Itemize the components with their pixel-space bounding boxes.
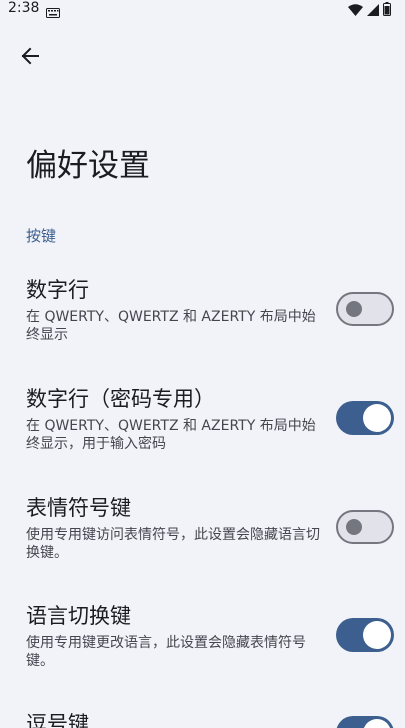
pref-summary: 使用专用键访问表情符号，此设置会隐藏语言切换键。: [26, 527, 320, 561]
pref-title: 数字行: [26, 278, 89, 302]
emoji-key-toggle[interactable]: [336, 510, 394, 544]
toggle-knob: [363, 621, 391, 649]
language-switch-key-toggle[interactable]: [336, 618, 394, 652]
toggle-knob: [346, 519, 362, 535]
status-bar: 2:38: [0, 0, 405, 18]
comma-key-toggle[interactable]: [336, 716, 394, 728]
wifi-icon: [348, 1, 363, 20]
status-time: 2:38: [8, 0, 40, 16]
pref-title: 语言切换键: [26, 604, 131, 628]
toggle-knob: [363, 719, 391, 728]
pref-comma-key[interactable]: 逗号键: [0, 710, 405, 728]
keyboard-icon: [46, 3, 60, 22]
pref-summary: 在 QWERTY、QWERTZ 和 AZERTY 布局中始终显示，用于输入密码: [26, 418, 316, 452]
pref-title: 数字行（密码专用）: [26, 387, 215, 411]
number-row-toggle[interactable]: [336, 292, 394, 326]
pref-title: 逗号键: [26, 712, 89, 728]
section-header-keys: 按键: [26, 227, 57, 245]
toggle-knob: [363, 404, 391, 432]
back-button[interactable]: [10, 38, 50, 78]
battery-icon: [383, 1, 391, 20]
toggle-knob: [346, 301, 362, 317]
pref-summary: 在 QWERTY、QWERTZ 和 AZERTY 布局中始终显示: [26, 309, 316, 343]
page-title: 偏好设置: [26, 148, 150, 184]
number-row-password-toggle[interactable]: [336, 401, 394, 435]
pref-summary: 使用专用键更改语言，此设置会隐藏表情符号键。: [26, 635, 306, 669]
arrow-back-icon: [20, 46, 40, 70]
signal-icon: [367, 1, 379, 20]
pref-title: 表情符号键: [26, 496, 131, 520]
